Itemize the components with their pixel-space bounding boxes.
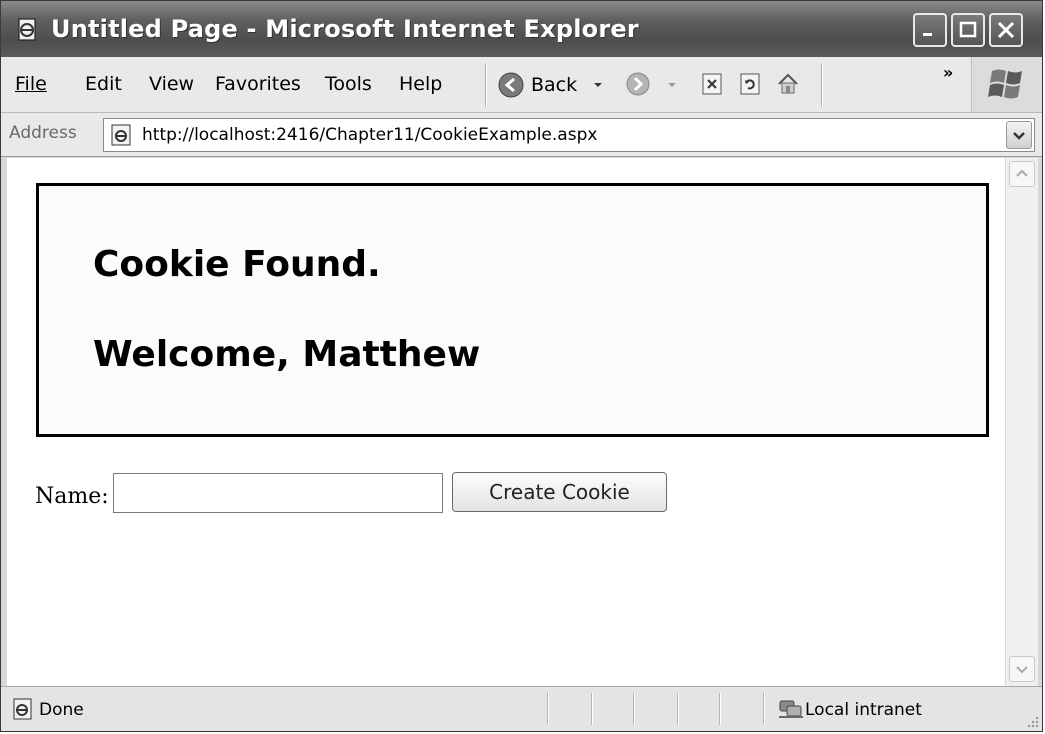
browser-window: Untitled Page - Microsoft Internet Explo… <box>0 0 1043 732</box>
status-divider <box>633 693 635 725</box>
menu-favorites-label: Favorites <box>215 73 301 95</box>
back-label: Back <box>531 74 578 96</box>
create-cookie-button[interactable]: Create Cookie <box>452 472 667 512</box>
minimize-button[interactable] <box>913 13 947 47</box>
menu-view-label: View <box>149 73 195 95</box>
chevron-up-icon <box>1016 169 1028 177</box>
refresh-icon[interactable] <box>737 71 763 97</box>
minimize-icon <box>923 33 932 36</box>
menu-edit-label: Edit <box>85 73 122 95</box>
forward-arrow-icon[interactable] <box>625 71 651 97</box>
menu-bar: File Edit View Favorites Tools Help Back <box>1 57 1042 113</box>
name-input[interactable] <box>113 473 443 513</box>
status-text: Done <box>39 700 84 720</box>
menu-favorites[interactable]: Favorites <box>215 73 301 95</box>
back-button[interactable]: Back <box>497 69 605 101</box>
chevron-down-icon <box>1013 132 1025 140</box>
ie-page-icon <box>13 698 32 720</box>
local-intranet-icon <box>779 700 803 718</box>
menu-file-label: File <box>15 73 47 95</box>
vertical-scrollbar[interactable] <box>1005 158 1038 686</box>
chevron-down-icon[interactable] <box>591 78 605 92</box>
status-divider <box>547 693 549 725</box>
status-bar: Done Local intranet <box>1 686 1042 731</box>
menu-tools-label: Tools <box>325 73 372 95</box>
address-bar: Address http://localhost:2416/Chapter11/… <box>1 113 1042 157</box>
stop-icon[interactable] <box>699 71 725 97</box>
cookie-panel: Cookie Found. Welcome, Matthew <box>36 183 989 437</box>
cookie-found-heading: Cookie Found. <box>93 244 381 285</box>
menu-view[interactable]: View <box>149 73 194 95</box>
maximize-icon <box>959 21 977 38</box>
chevron-down-icon <box>1016 666 1028 674</box>
forward-dropdown-icon[interactable] <box>665 71 679 97</box>
toolbar-more-button[interactable]: » <box>943 63 953 82</box>
page-content: Cookie Found. Welcome, Matthew Name: Cre… <box>7 158 1005 686</box>
resize-grip-icon[interactable] <box>1026 715 1040 729</box>
title-bar: Untitled Page - Microsoft Internet Explo… <box>1 1 1042 57</box>
maximize-button[interactable] <box>951 13 985 47</box>
back-arrow-icon <box>498 72 524 98</box>
name-label: Name: <box>35 484 109 509</box>
close-button[interactable] <box>989 13 1023 47</box>
status-divider <box>677 693 679 725</box>
menu-help-label: Help <box>399 73 443 95</box>
menu-edit[interactable]: Edit <box>85 73 122 95</box>
close-icon <box>997 21 1015 39</box>
toolbar-separator <box>821 63 823 107</box>
security-zone-label: Local intranet <box>805 700 922 720</box>
status-divider <box>763 693 765 725</box>
toolbar-separator <box>485 63 487 107</box>
ie-page-icon <box>18 18 36 41</box>
welcome-heading: Welcome, Matthew <box>93 334 481 375</box>
home-icon[interactable] <box>775 71 801 97</box>
address-dropdown-button[interactable] <box>1006 121 1032 149</box>
menu-file[interactable]: File <box>15 73 47 95</box>
window-title: Untitled Page - Microsoft Internet Explo… <box>51 15 639 43</box>
address-url: http://localhost:2416/Chapter11/CookieEx… <box>142 125 598 145</box>
status-divider <box>719 693 721 725</box>
status-divider <box>591 693 593 725</box>
scroll-down-button[interactable] <box>1009 656 1035 682</box>
menu-tools[interactable]: Tools <box>325 73 372 95</box>
address-label: Address <box>9 123 77 143</box>
ie-page-icon <box>111 124 131 146</box>
address-field[interactable]: http://localhost:2416/Chapter11/CookieEx… <box>103 118 1035 152</box>
windows-flag-icon <box>988 69 1022 99</box>
scroll-up-button[interactable] <box>1009 161 1035 187</box>
windows-logo <box>971 57 1042 112</box>
menu-help[interactable]: Help <box>399 73 442 95</box>
